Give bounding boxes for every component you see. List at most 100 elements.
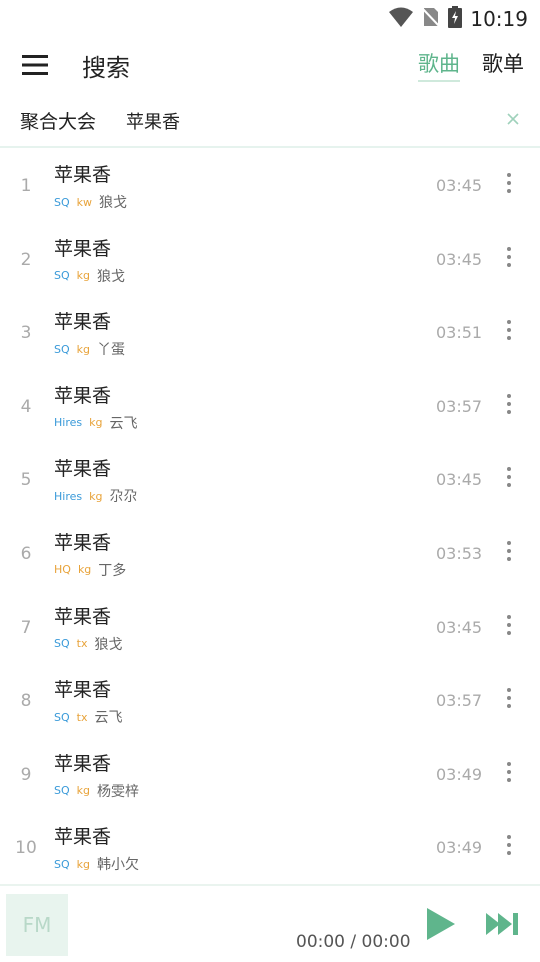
song-title: 苹果香: [54, 384, 112, 407]
play-icon: [427, 908, 455, 940]
song-row[interactable]: 7 苹果香 SQ tx 狼戈 03:45: [0, 590, 540, 664]
song-artist: 云飞: [109, 415, 138, 432]
song-index: 9: [20, 764, 32, 785]
song-row[interactable]: 3 苹果香 SQ kg 丫蛋 03:51: [0, 295, 540, 369]
song-artist: 狼戈: [94, 636, 123, 653]
search-filter-bar: 聚合大会 苹果香: [0, 92, 540, 148]
song-meta: SQ kg 杨雯梓: [54, 781, 139, 801]
fm-cover[interactable]: FM: [6, 894, 68, 956]
more-options-icon[interactable]: [498, 391, 520, 417]
song-artist: 狼戈: [99, 195, 128, 211]
skip-next-icon: [486, 913, 518, 935]
song-artist: 狼戈: [97, 268, 125, 285]
song-meta: Hires kg 云飞: [54, 413, 137, 433]
song-duration: 03:53: [436, 543, 483, 563]
source-badge: kg: [76, 857, 90, 871]
song-title: 苹果香: [54, 164, 112, 186]
song-duration: 03:45: [436, 249, 483, 269]
tab-playlists[interactable]: 歌单: [482, 48, 524, 78]
tab-songs[interactable]: 歌曲: [418, 48, 460, 78]
more-options-icon[interactable]: [498, 464, 520, 490]
status-bar: 10:19: [0, 0, 540, 36]
song-artist: 丫蛋: [97, 342, 125, 359]
search-query[interactable]: 苹果香: [126, 108, 180, 134]
quality-badge: SQ: [54, 857, 70, 871]
more-options-icon[interactable]: [498, 832, 520, 858]
song-row[interactable]: 2 苹果香 SQ kg 狼戈 03:45: [0, 222, 540, 296]
song-list: 1 苹果香 SQ kw 狼戈 03:45 2 苹果香 SQ kg 狼戈 03:4…: [0, 148, 540, 884]
song-meta: SQ kg 狼戈: [54, 266, 125, 286]
quality-badge: Hires: [54, 416, 83, 430]
source-selector[interactable]: 聚合大会: [20, 107, 96, 134]
more-options-icon[interactable]: [498, 317, 520, 343]
source-badge: kg: [89, 416, 103, 430]
song-duration: 03:49: [436, 838, 483, 858]
source-badge: kg: [76, 342, 90, 356]
quality-badge: SQ: [54, 269, 70, 283]
quality-badge: SQ: [54, 637, 70, 651]
song-meta: SQ tx 云飞: [54, 707, 122, 727]
song-index: 2: [20, 249, 32, 270]
song-title: 苹果香: [54, 679, 112, 702]
source-badge: kg: [76, 269, 90, 283]
more-options-icon[interactable]: [498, 759, 520, 785]
song-row[interactable]: 5 苹果香 Hires kg 尕尕 03:45: [0, 442, 540, 516]
quality-badge: SQ: [54, 784, 70, 798]
quality-badge: Hires: [54, 489, 83, 503]
song-title: 苹果香: [54, 458, 112, 481]
mini-player: FM 00:00 / 00:00: [0, 884, 540, 962]
more-options-icon[interactable]: [498, 538, 520, 564]
song-row[interactable]: 4 苹果香 Hires kg 云飞 03:57: [0, 369, 540, 443]
song-meta: SQ kw 狼戈: [54, 192, 127, 212]
playback-time: 00:00 / 00:00: [296, 932, 411, 952]
battery-charging-icon: [448, 6, 463, 32]
source-badge: tx: [76, 710, 88, 724]
song-title: 苹果香: [54, 311, 112, 334]
song-title: 苹果香: [54, 531, 112, 554]
song-index: 5: [20, 470, 32, 491]
menu-button[interactable]: [16, 46, 54, 84]
song-artist: 韩小欠: [97, 857, 139, 874]
source-badge: kg: [89, 489, 103, 503]
page-title: 搜索: [82, 54, 130, 82]
song-row[interactable]: 9 苹果香 SQ kg 杨雯梓 03:49: [0, 737, 540, 811]
clock: 10:19: [470, 7, 528, 31]
clear-search-button[interactable]: [503, 109, 523, 129]
song-title: 苹果香: [54, 605, 112, 628]
song-row[interactable]: 10 苹果香 SQ kg 韩小欠 03:49: [0, 810, 540, 884]
song-row[interactable]: 8 苹果香 SQ tx 云飞 03:57: [0, 663, 540, 737]
song-duration: 03:57: [436, 691, 483, 711]
play-button[interactable]: [422, 906, 458, 942]
song-duration: 03:45: [436, 470, 483, 490]
song-index: 8: [20, 691, 32, 712]
song-index: 4: [20, 396, 32, 417]
quality-badge: SQ: [54, 342, 70, 356]
song-meta: SQ kg 丫蛋: [54, 339, 125, 359]
song-index: 1: [20, 176, 32, 196]
app-bar: 搜索 歌曲 歌单: [0, 36, 540, 92]
quality-badge: SQ: [54, 195, 70, 209]
song-artist: 杨雯梓: [97, 783, 139, 800]
song-artist: 丁多: [98, 562, 127, 579]
song-artist: 云飞: [94, 710, 123, 727]
song-meta: Hires kg 尕尕: [54, 486, 137, 506]
song-duration: 03:45: [436, 176, 483, 195]
quality-badge: HQ: [54, 563, 71, 577]
song-title: 苹果香: [54, 826, 112, 849]
song-index: 3: [20, 323, 32, 344]
song-meta: HQ kg 丁多: [54, 560, 126, 580]
more-options-icon[interactable]: [498, 685, 520, 711]
tab-indicator: [418, 80, 460, 82]
song-row[interactable]: 1 苹果香 SQ kw 狼戈 03:45: [0, 148, 540, 222]
song-meta: SQ kg 韩小欠: [54, 854, 139, 874]
song-title: 苹果香: [54, 752, 112, 775]
song-artist: 尕尕: [109, 489, 138, 506]
more-options-icon[interactable]: [498, 170, 520, 196]
more-options-icon[interactable]: [498, 612, 520, 638]
more-options-icon[interactable]: [498, 244, 520, 270]
song-row[interactable]: 6 苹果香 HQ kg 丁多 03:53: [0, 516, 540, 590]
song-index: 6: [20, 543, 32, 564]
source-badge: kg: [76, 784, 90, 798]
no-sim-icon: [421, 6, 442, 32]
next-track-button[interactable]: [484, 908, 522, 940]
